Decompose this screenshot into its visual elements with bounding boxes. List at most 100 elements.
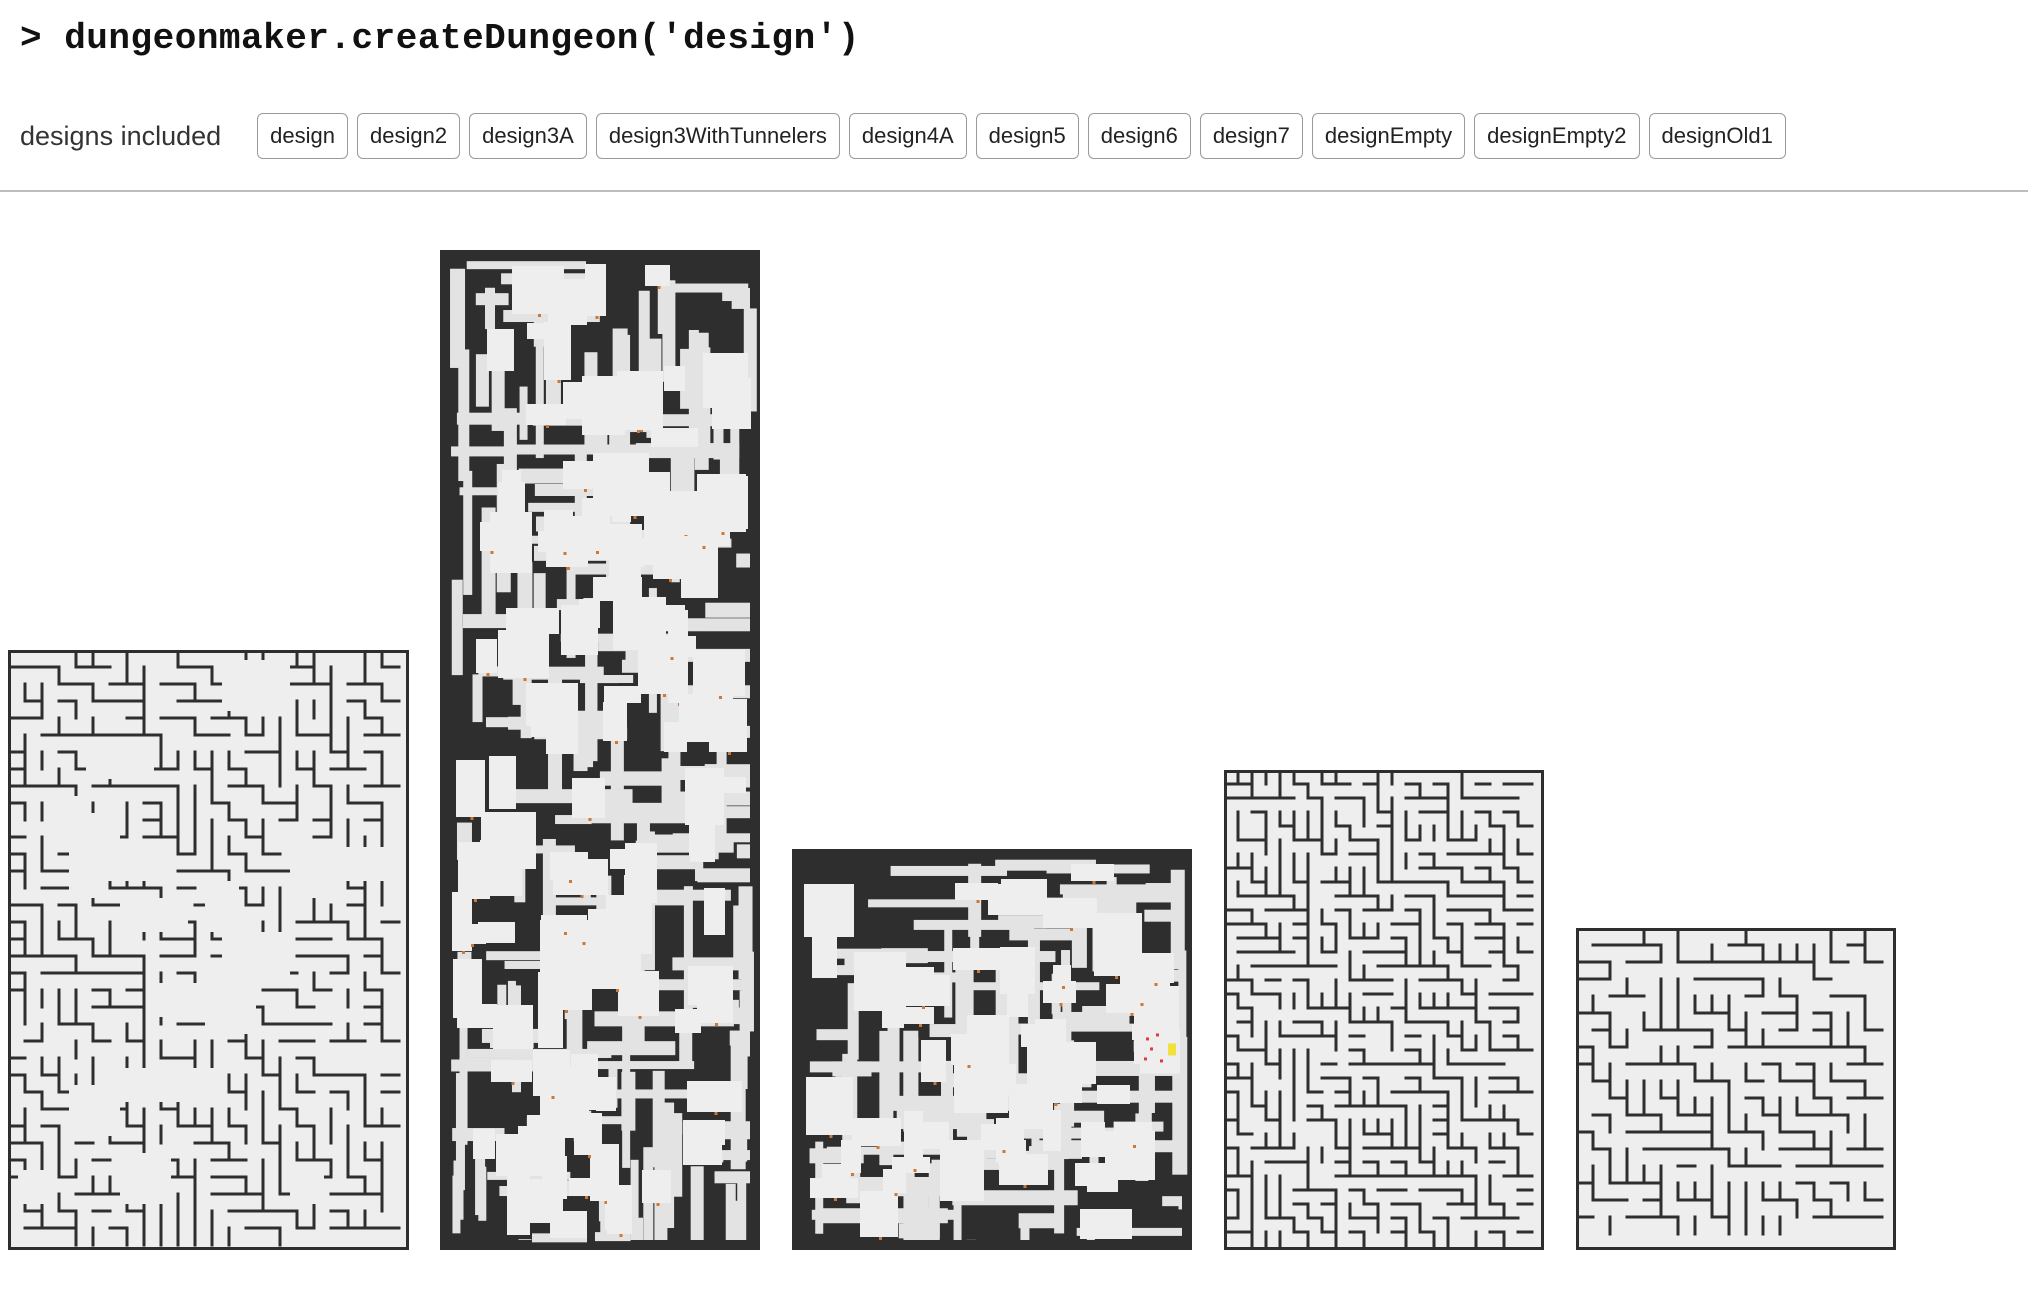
dungeon-door [567,567,570,570]
dungeon-corridor [1178,1199,1182,1210]
design-chip-design5[interactable]: design5 [975,113,1079,159]
dungeon-room [502,470,521,516]
marker-dot [1156,1033,1159,1037]
dungeon-room [981,1124,1024,1150]
dungeon-corridor [475,293,509,306]
dungeon-map-2-canvas [440,250,760,1250]
dungeon-room [685,768,724,825]
dungeon-door [596,551,599,554]
dungeon-door [1092,881,1096,884]
dungeon-door [580,895,584,898]
design-chip-design3withtunnelers[interactable]: design3WithTunnelers [595,113,840,159]
design-chip-design7[interactable]: design7 [1199,113,1303,159]
dungeon-room [999,1154,1048,1185]
maze-room [171,1068,222,1102]
dungeon-map-4 [1224,770,1544,1250]
dungeon-map-2 [440,250,760,1250]
dungeon-door [569,880,572,883]
dungeon-corridor [731,1042,750,1057]
dungeon-room [542,1156,567,1199]
dungeon-door [595,316,599,319]
dungeon-door [657,286,661,289]
dungeon-room [585,264,606,316]
dungeon-corridor [868,899,972,908]
dungeon-room [458,842,490,899]
dungeon-door [490,551,494,554]
design-chip-designempty[interactable]: designEmpty [1311,113,1466,159]
design-chip-designempty2[interactable]: designEmpty2 [1474,113,1640,159]
dungeon-room [681,541,718,598]
dungeon-door [967,1065,971,1068]
dungeon-corridor [733,905,748,958]
dungeon-room [596,1077,616,1111]
dungeon-room [804,884,854,937]
design-chip-design4a[interactable]: design4A [848,113,967,159]
maze-room [103,847,171,881]
maze-room [120,1153,171,1204]
dungeon-room [610,849,637,869]
dungeon-corridor [608,1089,690,1099]
dungeon-corridor [1059,884,1151,895]
dungeon-door [638,1016,642,1019]
dungeon-room [1021,1024,1043,1047]
maze-room [324,847,392,881]
design-chip-design6[interactable]: design6 [1087,113,1191,159]
dungeon-room [904,1111,923,1169]
dungeon-room [603,702,627,741]
design-chip-design3a[interactable]: design3A [469,113,587,159]
dungeon-room [1007,970,1028,1017]
dungeon-door [564,932,567,935]
dungeon-door [656,1203,660,1206]
dungeon-room [1114,1122,1152,1145]
dungeon-room [921,1040,946,1082]
design-chip-design2[interactable]: design2 [357,113,461,159]
dungeon-room [512,266,564,314]
dungeon-room [704,888,725,935]
design-chip-list: design design2 design3A design3WithTunne… [257,113,1795,159]
dungeon-door [616,989,619,992]
dungeon-room [954,1062,1008,1113]
dungeon-room [1043,898,1097,928]
dungeon-room [697,966,733,1023]
dungeon-door [894,1193,898,1196]
dungeon-room [1097,1085,1130,1104]
dungeon-door [470,817,474,820]
dungeon-corridor [496,789,633,804]
design-chip-designold1[interactable]: designOld1 [1648,113,1786,159]
dungeon-room [541,915,587,932]
dungeon-door [829,1135,833,1138]
marker-yellow [1168,1043,1176,1056]
dungeon-corridor [729,1200,740,1240]
maze-room [18,1170,52,1204]
dungeon-door [879,1237,882,1240]
dungeon-door [584,489,587,492]
dungeon-map-1 [8,650,409,1250]
dungeon-room [651,428,698,447]
maze-room [154,983,205,1017]
dungeon-room [642,1170,671,1203]
maze-room [222,915,256,949]
dungeon-room [812,932,837,978]
dungeon-room [538,990,563,1048]
dungeon-room [546,693,578,754]
maze-room [290,1170,324,1204]
dungeon-corridor [697,868,750,883]
dungeon-room [593,453,649,499]
dungeon-corridor [690,1166,704,1240]
dungeon-corridor [657,447,738,457]
dungeon-door [1115,976,1118,979]
dungeon-door [474,899,477,902]
dungeon-door [462,951,465,954]
design-chip-design[interactable]: design [257,113,348,159]
dungeon-corridor [890,865,1008,876]
header-divider [0,190,2028,192]
dungeon-room [609,542,641,580]
maze-room [52,813,120,847]
dungeon-map-5 [1576,928,1896,1250]
dungeon-corridor [736,844,750,859]
dungeon-room [457,1004,497,1028]
dungeon-room [854,952,906,1011]
maze-room [222,660,290,711]
dungeon-door [1154,983,1158,986]
dungeon-corridor [705,602,750,618]
